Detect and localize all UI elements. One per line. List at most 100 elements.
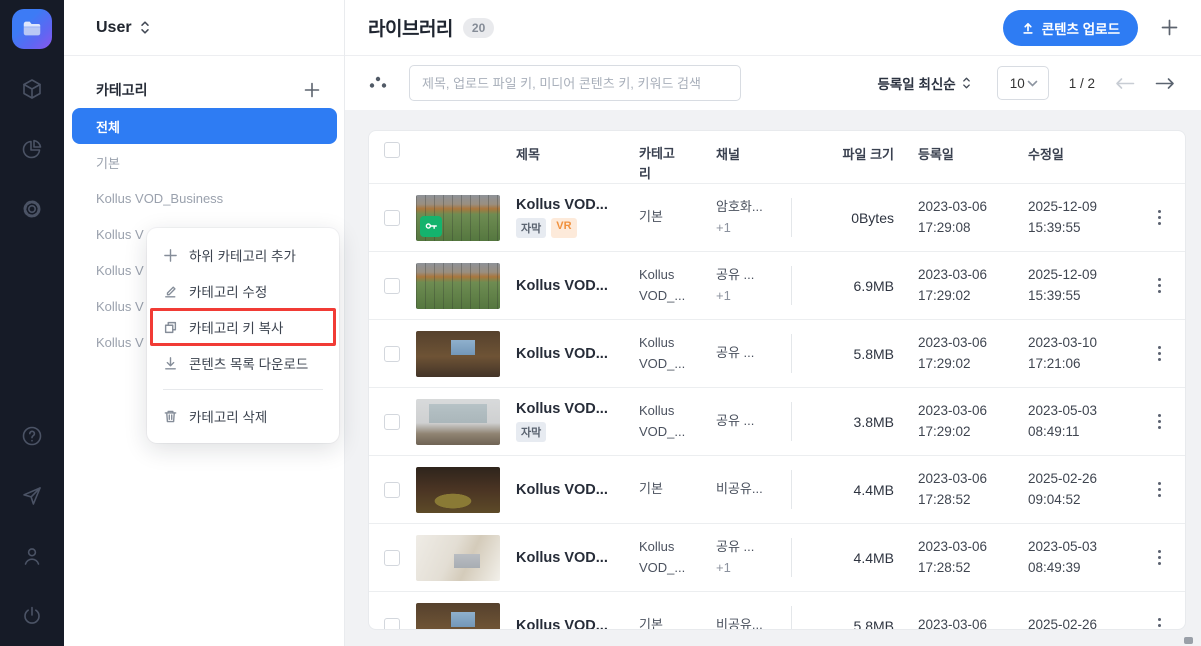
- content-count-badge: 20: [463, 18, 494, 38]
- workspace-switcher[interactable]: User: [64, 0, 344, 56]
- help-icon[interactable]: [12, 416, 52, 456]
- search-input[interactable]: [409, 65, 741, 101]
- video-category: Kollus VOD_...: [639, 537, 716, 577]
- page-indicator: 1 / 2: [1069, 76, 1095, 91]
- row-checkbox[interactable]: [384, 346, 400, 362]
- video-thumbnail[interactable]: [416, 331, 500, 377]
- account-icon[interactable]: [12, 536, 52, 576]
- video-category: Kollus VOD_...: [639, 333, 716, 373]
- video-title[interactable]: Kollus VOD...: [516, 618, 631, 631]
- badge-list: 자막VR: [516, 218, 631, 238]
- prev-page-button[interactable]: [1115, 77, 1135, 90]
- video-thumbnail[interactable]: [416, 603, 500, 631]
- send-icon[interactable]: [12, 476, 52, 516]
- col-channel: 채널: [716, 131, 792, 163]
- col-modified: 수정일: [1014, 131, 1134, 163]
- video-title[interactable]: Kollus VOD...: [516, 550, 631, 566]
- col-title: 제목: [516, 131, 639, 163]
- video-file-size: 5.8MB: [792, 346, 904, 362]
- media-cube-icon[interactable]: [12, 69, 52, 109]
- table-row[interactable]: Kollus VOD... Kollus VOD_... 공유 ...+1 6.…: [369, 251, 1185, 319]
- plus-icon: [163, 248, 178, 263]
- row-more-button[interactable]: [1154, 342, 1165, 365]
- video-modified-date: 2025-12-0915:39:55: [1014, 265, 1134, 307]
- table-row[interactable]: Kollus VOD... 기본 비공유... 5.8MB 2023-03-06…: [369, 591, 1185, 630]
- drm-key-icon: [420, 216, 442, 237]
- download-icon: [163, 356, 178, 371]
- video-thumbnail[interactable]: [416, 399, 500, 445]
- analytics-pie-icon[interactable]: [12, 129, 52, 169]
- table-row[interactable]: Kollus VOD... 자막 Kollus VOD_... 공유 ... 3…: [369, 387, 1185, 455]
- video-thumbnail[interactable]: [416, 263, 500, 309]
- video-title[interactable]: Kollus VOD...: [516, 197, 631, 213]
- table-row[interactable]: Kollus VOD... 자막VR 기본 암호화...+1 0Bytes 20…: [369, 183, 1185, 251]
- video-title[interactable]: Kollus VOD...: [516, 346, 631, 362]
- video-file-size: 4.4MB: [792, 550, 904, 566]
- power-icon[interactable]: [12, 596, 52, 636]
- upload-content-button[interactable]: 콘텐츠 업로드: [1003, 10, 1138, 46]
- video-channel: 공유 ...: [716, 388, 792, 455]
- video-channel: 공유 ...: [716, 320, 792, 387]
- video-file-size: 6.9MB: [792, 278, 904, 294]
- menu-item-copy[interactable]: 카테고리 키 복사: [147, 309, 339, 345]
- video-thumbnail[interactable]: [416, 535, 500, 581]
- row-more-button[interactable]: [1154, 410, 1165, 433]
- video-title[interactable]: Kollus VOD...: [516, 401, 631, 417]
- table-row[interactable]: Kollus VOD... Kollus VOD_... 공유 ...+1 4.…: [369, 523, 1185, 591]
- video-category: Kollus VOD_...: [639, 401, 716, 441]
- row-more-button[interactable]: [1154, 546, 1165, 569]
- scrollbar-corner[interactable]: [1184, 637, 1193, 644]
- video-file-size: 3.8MB: [792, 414, 904, 430]
- menu-divider: [163, 389, 323, 390]
- video-category: 기본: [639, 479, 716, 499]
- video-channel: 공유 ...+1: [716, 252, 792, 319]
- video-modified-date: 2023-03-1017:21:06: [1014, 333, 1134, 375]
- sort-order-control[interactable]: 등록일 최신순: [877, 73, 970, 93]
- video-category: 기본: [639, 207, 716, 227]
- settings-gear-icon[interactable]: [12, 189, 52, 229]
- row-checkbox[interactable]: [384, 550, 400, 566]
- library-table-card: 제목 카테고리 채널 파일 크기 등록일 수정일 Kollus VOD... 자…: [368, 130, 1186, 630]
- add-content-button[interactable]: [1160, 18, 1179, 37]
- row-checkbox[interactable]: [384, 210, 400, 226]
- row-checkbox[interactable]: [384, 278, 400, 294]
- video-registered-date: 2023-03-0617:29:02: [904, 401, 1014, 443]
- category-item[interactable]: 전체: [72, 108, 337, 144]
- menu-item-download[interactable]: 콘텐츠 목록 다운로드: [147, 345, 339, 381]
- row-checkbox[interactable]: [384, 618, 400, 631]
- video-registered-date: 2023-03-0617:29:08: [904, 197, 1014, 239]
- filter-button[interactable]: [368, 72, 388, 94]
- menu-item-trash[interactable]: 카테고리 삭제: [147, 398, 339, 434]
- row-more-button[interactable]: [1154, 206, 1165, 229]
- subtitle-badge: 자막: [516, 218, 546, 238]
- video-title[interactable]: Kollus VOD...: [516, 482, 631, 498]
- video-title[interactable]: Kollus VOD...: [516, 278, 631, 294]
- chevron-updown-icon: [962, 76, 971, 90]
- plus-icon: [303, 81, 321, 99]
- category-item[interactable]: Kollus VOD_Business: [72, 180, 337, 216]
- library-folder-icon[interactable]: [12, 9, 52, 49]
- row-checkbox[interactable]: [384, 414, 400, 430]
- badge-list: 자막: [516, 422, 631, 442]
- video-thumbnail[interactable]: [416, 467, 500, 513]
- next-page-button[interactable]: [1155, 77, 1175, 90]
- table-row[interactable]: Kollus VOD... 기본 비공유... 4.4MB 2023-03-06…: [369, 455, 1185, 523]
- table-header-row: 제목 카테고리 채널 파일 크기 등록일 수정일: [369, 131, 1185, 183]
- add-category-button[interactable]: [303, 81, 321, 99]
- select-all-checkbox[interactable]: [384, 142, 400, 158]
- categories-title: 카테고리: [96, 80, 303, 100]
- row-checkbox[interactable]: [384, 482, 400, 498]
- table-row[interactable]: Kollus VOD... Kollus VOD_... 공유 ... 5.8M…: [369, 319, 1185, 387]
- col-category: 카테고리: [639, 131, 716, 183]
- row-more-button[interactable]: [1154, 614, 1165, 630]
- content-area: 제목 카테고리 채널 파일 크기 등록일 수정일 Kollus VOD... 자…: [345, 110, 1201, 646]
- video-thumbnail[interactable]: [416, 195, 500, 241]
- menu-item-edit[interactable]: 카테고리 수정: [147, 273, 339, 309]
- page-size-select[interactable]: 10: [997, 66, 1049, 100]
- menu-item-plus[interactable]: 하위 카테고리 추가: [147, 237, 339, 273]
- video-registered-date: 2023-03-0617:29:02: [904, 333, 1014, 375]
- col-size: 파일 크기: [792, 131, 904, 163]
- row-more-button[interactable]: [1154, 478, 1165, 501]
- category-item[interactable]: 기본: [72, 144, 337, 180]
- row-more-button[interactable]: [1154, 274, 1165, 297]
